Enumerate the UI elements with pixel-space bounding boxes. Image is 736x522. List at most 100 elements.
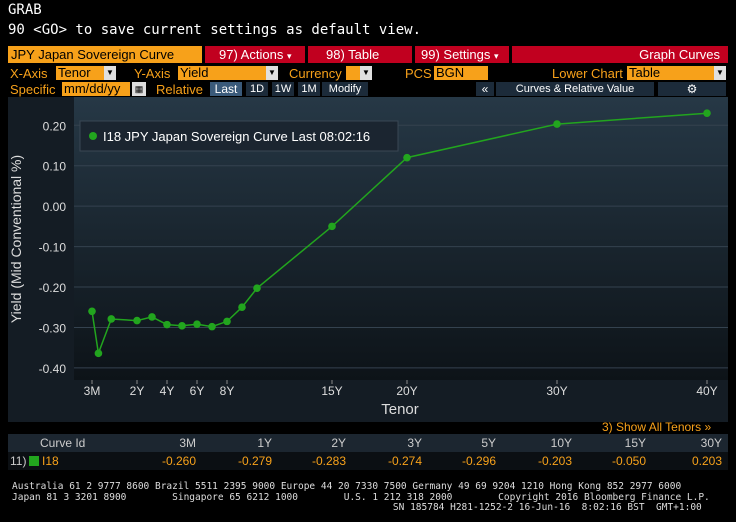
x-tick-label: 15Y: [321, 384, 342, 398]
col-header-5y: 5Y: [481, 436, 496, 450]
y-tick-label: 0.20: [43, 119, 67, 133]
xaxis-label: X-Axis: [10, 66, 48, 81]
value-5y: -0.296: [461, 454, 496, 468]
x-tick-labels: 3M 2Y 4Y 6Y 8Y 15Y 20Y 30Y 40Y: [84, 380, 718, 398]
relative-last-button[interactable]: Last: [210, 82, 242, 96]
value-1y: -0.279: [237, 454, 272, 468]
col-header-10y: 10Y: [550, 436, 572, 450]
gear-icon[interactable]: ⚙: [658, 82, 726, 96]
calendar-icon[interactable]: ▦: [132, 82, 146, 96]
chevron-down-icon: ▼: [104, 66, 116, 80]
table-row[interactable]: 11) I18 -0.260 -0.279 -0.283 -0.274 -0.2…: [8, 452, 728, 470]
y-tick-label: -0.30: [39, 321, 67, 335]
data-point: [133, 316, 141, 325]
data-point: [553, 120, 561, 128]
actions-menu-button[interactable]: 97) Actions ▾: [205, 46, 305, 63]
y-tick-labels: 0.20 0.10 0.00 -0.10 -0.20 -0.30 -0.40: [39, 119, 67, 376]
yaxis-select[interactable]: Yield ▼: [178, 66, 278, 80]
data-point: [107, 315, 116, 323]
currency-label: Currency: [289, 66, 342, 81]
value-3y: -0.274: [387, 454, 422, 468]
yield-curve-chart: 0.20 0.10 0.00 -0.10 -0.20 -0.30 -0.40 3M 2Y 4Y 6…: [8, 97, 728, 418]
data-point: [403, 153, 411, 162]
settings-label: 99) Settings: [421, 47, 491, 62]
specific-label: Specific: [10, 82, 56, 97]
x-tick-label: 2Y: [130, 384, 145, 398]
y-tick-label: 0.00: [43, 200, 67, 214]
xaxis-select[interactable]: Tenor ▼: [56, 66, 116, 80]
actions-label: 97) Actions: [219, 47, 284, 62]
graph-curves-label: Graph Curves: [512, 46, 728, 63]
table-header-row: Curve Id 3M 1Y 2Y 3Y 5Y 10Y 15Y 30Y: [8, 434, 728, 452]
relative-label: Relative: [156, 82, 203, 97]
row-index: 11): [10, 454, 27, 468]
relative-1w-button[interactable]: 1W: [272, 82, 294, 96]
x-axis-label: Tenor: [381, 401, 419, 418]
col-header-2y: 2Y: [331, 436, 346, 450]
data-point: [148, 313, 156, 321]
curve-id-value: I18: [42, 454, 59, 468]
value-10y: -0.203: [537, 454, 572, 468]
xaxis-value: Tenor: [58, 65, 91, 80]
currency-select[interactable]: ▼: [346, 66, 372, 80]
footer-contacts: Australia 61 2 9777 8600 Brazil 5511 239…: [12, 481, 710, 514]
y-tick-label: -0.10: [39, 241, 67, 255]
legend-text: I18 JPY Japan Sovereign Curve Last 08:02…: [103, 129, 370, 144]
x-tick-label: 20Y: [396, 384, 417, 398]
specific-date-input[interactable]: mm/dd/yy: [62, 82, 130, 96]
data-point: [94, 349, 103, 358]
value-2y: -0.283: [311, 454, 346, 468]
lower-chart-label: Lower Chart: [552, 66, 623, 81]
x-tick-label: 8Y: [220, 384, 235, 398]
y-tick-label: -0.20: [39, 281, 67, 295]
col-header-curve-id: Curve Id: [40, 436, 86, 450]
chart-legend: I18 JPY Japan Sovereign Curve Last 08:02…: [79, 120, 399, 152]
series-color-swatch: [29, 456, 39, 466]
value-30y: 0.203: [691, 454, 722, 468]
x-tick-label: 6Y: [190, 384, 205, 398]
default-view-hint: 90 <GO> to save current settings as defa…: [8, 22, 422, 38]
footer-line-1: Australia 61 2 9777 8600 Brazil 5511 239…: [12, 481, 682, 492]
legend-marker: [89, 132, 97, 140]
chevron-down-icon: ▼: [360, 66, 372, 80]
yaxis-value: Yield: [180, 65, 209, 80]
col-header-15y: 15Y: [624, 436, 646, 450]
value-3m: -0.260: [161, 454, 196, 468]
value-15y: -0.050: [611, 454, 646, 468]
relative-1m-button[interactable]: 1M: [298, 82, 320, 96]
data-point: [163, 320, 171, 329]
x-tick-label: 3M: [84, 384, 101, 398]
y-axis-label: Yield (Mid Conventional %): [8, 155, 24, 323]
pcs-label: PCS: [405, 66, 432, 81]
col-header-3m: 3M: [179, 436, 196, 450]
x-tick-label: 4Y: [160, 384, 175, 398]
data-point: [223, 317, 231, 326]
col-header-1y: 1Y: [257, 436, 272, 450]
chevron-down-icon: ▾: [286, 51, 292, 61]
grab-title: GRAB: [8, 2, 42, 18]
curves-relative-value-button[interactable]: Curves & Relative Value: [496, 82, 654, 96]
chevron-down-icon: ▼: [714, 66, 726, 80]
collapse-icon[interactable]: «: [476, 82, 494, 96]
curve-title-field[interactable]: JPY Japan Sovereign Curve: [8, 46, 202, 63]
chevron-down-icon: ▾: [494, 51, 499, 61]
lower-chart-select[interactable]: Table ▼: [627, 66, 726, 80]
pcs-field[interactable]: BGN: [434, 66, 488, 80]
col-header-30y: 30Y: [700, 436, 722, 450]
data-point: [208, 322, 216, 331]
col-header-3y: 3Y: [407, 436, 422, 450]
table-button[interactable]: 98) Table: [308, 46, 412, 63]
y-tick-label: 0.10: [43, 160, 67, 174]
chevron-down-icon: ▼: [266, 66, 278, 80]
data-point: [193, 320, 201, 329]
data-point: [178, 322, 186, 330]
x-tick-label: 40Y: [696, 384, 717, 398]
data-point: [253, 284, 261, 293]
settings-menu-button[interactable]: 99) Settings ▾: [415, 46, 509, 63]
y-tick-label: -0.40: [39, 362, 67, 376]
yield-curve-chart-panel: 0.20 0.10 0.00 -0.10 -0.20 -0.30 -0.40 3M 2Y 4Y 6…: [8, 97, 728, 422]
relative-1d-button[interactable]: 1D: [246, 82, 268, 96]
data-point: [703, 109, 711, 117]
modify-button[interactable]: Modify: [322, 82, 368, 96]
x-tick-label: 30Y: [546, 384, 567, 398]
